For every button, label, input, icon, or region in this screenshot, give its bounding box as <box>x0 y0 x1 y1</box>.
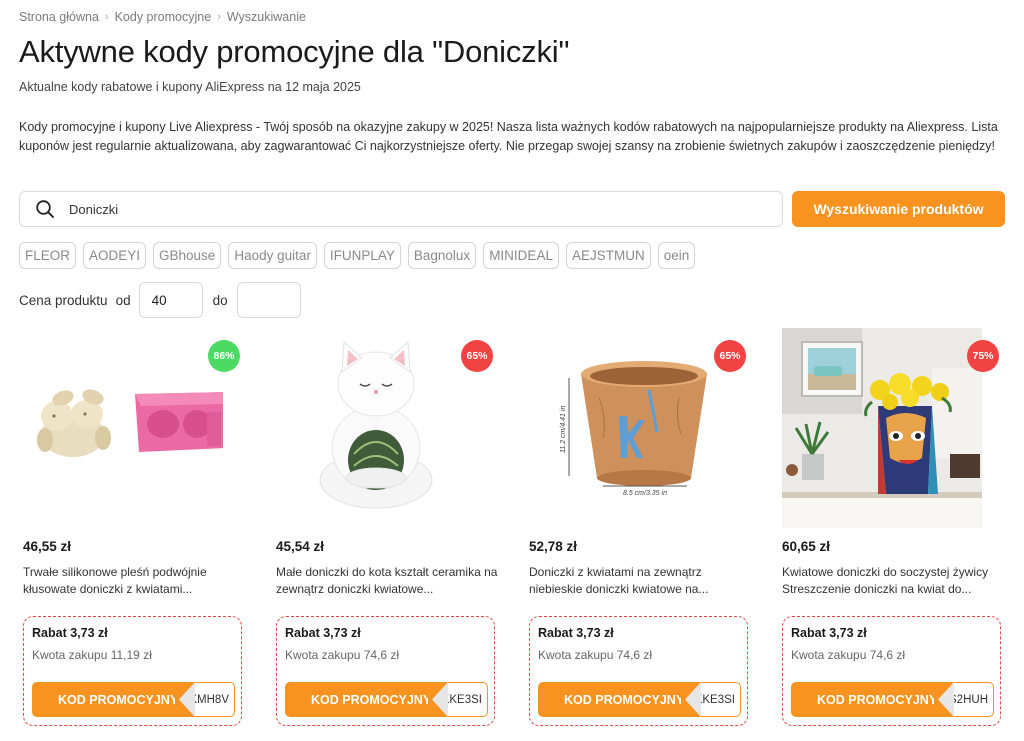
brand-chip[interactable]: AEJSTMUN <box>565 242 651 269</box>
peel-corner-icon <box>428 682 448 717</box>
product-price: 60,65 zł <box>782 539 831 554</box>
price-filter-label: Cena produktu <box>19 292 108 308</box>
product-card[interactable]: 86% 46,55 zł Trwałe silikonowe pleśń pod… <box>19 328 272 726</box>
coupon-box: Rabat 3,73 zł Kwota zakupu 74,6 zł S2HUH… <box>782 616 1001 726</box>
discount-badge: 86% <box>208 340 240 372</box>
product-price: 52,78 zł <box>529 539 578 554</box>
brand-chip[interactable]: oein <box>657 242 696 269</box>
coupon-discount: Rabat 3,73 zł <box>285 626 361 640</box>
breadcrumb-current: Wyszukiwanie <box>226 10 306 24</box>
product-image[interactable]: 86% <box>23 328 240 528</box>
page-title: Aktywne kody promocyjne dla "Doniczki" <box>19 34 570 69</box>
intro-text: Kody promocyjne i kupony Live Aliexpress… <box>19 120 998 153</box>
peel-corner-icon <box>681 682 701 717</box>
price-to-label: do <box>212 292 228 308</box>
brand-chip[interactable]: MINIDEAL <box>483 242 559 269</box>
brand-chip[interactable]: AODEYI <box>83 242 147 269</box>
discount-badge: 75% <box>967 340 999 372</box>
price-from-input[interactable] <box>138 282 203 318</box>
product-name[interactable]: Trwałe silikonowe pleśń podwójnie kłusow… <box>23 564 251 598</box>
promo-code-button[interactable]: KOD PROMOCYJNY <box>32 682 195 717</box>
product-image[interactable]: 11.2 cm/4.41 in 8.5 cm/3.35 in 65% <box>529 328 746 528</box>
dimension-width-label: 8.5 cm/3.35 in <box>623 490 667 497</box>
discount-badge: 65% <box>714 340 746 372</box>
chevron-right-icon: › <box>217 11 221 23</box>
breadcrumb-promo-codes[interactable]: Kody promocyjne <box>115 10 212 24</box>
promo-code-reveal[interactable]: KKE3SI KOD PROMOCYJNY <box>538 682 741 717</box>
coupon-box: Rabat 3,73 zł Kwota zakupu 74,6 zł KKE3S… <box>529 616 748 726</box>
product-name[interactable]: Kwiatowe doniczki do soczystej żywicy St… <box>782 564 1010 598</box>
search-products-button[interactable]: Wyszukiwanie produktów <box>792 191 1005 227</box>
price-to-input[interactable] <box>236 282 301 318</box>
search-input[interactable] <box>69 201 782 217</box>
brand-chip[interactable]: Haody guitar <box>228 242 317 269</box>
coupon-min-purchase: Kwota zakupu 11,19 zł <box>32 648 152 662</box>
peel-corner-icon <box>934 682 954 717</box>
promo-code-reveal[interactable]: S2HUH KOD PROMOCYJNY <box>791 682 994 717</box>
price-from-label: od <box>115 292 131 308</box>
product-card[interactable]: 75% 60,65 zł Kwiatowe doniczki do soczys… <box>778 328 1024 726</box>
brand-filter-list: FLEOR AODEYI GBhouse Haody guitar IFUNPL… <box>19 242 696 269</box>
brand-chip[interactable]: GBhouse <box>153 242 222 269</box>
chevron-right-icon: › <box>104 11 109 23</box>
coupon-min-purchase: Kwota zakupu 74,6 zł <box>285 648 400 662</box>
page-subtitle: Aktualne kody rabatowe i kupony AliExpre… <box>19 80 361 94</box>
promo-code-button[interactable]: KOD PROMOCYJNY <box>285 682 448 717</box>
search-icon <box>35 199 55 219</box>
product-image[interactable]: 75% <box>782 328 999 528</box>
product-card[interactable]: 65% 45,54 zł Małe doniczki do kota kszta… <box>272 328 525 726</box>
product-name[interactable]: Doniczki z kwiatami na zewnątrz niebiesk… <box>529 564 757 598</box>
dimension-height-label: 11.2 cm/4.41 in <box>560 406 567 453</box>
product-price: 45,54 zł <box>276 539 325 554</box>
product-image[interactable]: 65% <box>276 328 493 528</box>
product-card[interactable]: 11.2 cm/4.41 in 8.5 cm/3.35 in 65% 52,78… <box>525 328 778 726</box>
promo-code-reveal[interactable]: KKE3SI KOD PROMOCYJNY <box>285 682 488 717</box>
coupon-discount: Rabat 3,73 zł <box>791 626 867 640</box>
product-grid: 86% 46,55 zł Trwałe silikonowe pleśń pod… <box>19 328 1024 726</box>
coupon-min-purchase: Kwota zakupu 74,6 zł <box>791 648 906 662</box>
product-price: 46,55 zł <box>23 539 72 554</box>
product-name[interactable]: Małe doniczki do kota kształt ceramika n… <box>276 564 504 598</box>
breadcrumb-home[interactable]: Strona główna <box>19 10 99 24</box>
coupon-box: Rabat 3,73 zł Kwota zakupu 74,6 zł KKE3S… <box>276 616 495 726</box>
peel-corner-icon <box>175 682 195 717</box>
price-filter: Cena produktu od do <box>19 282 301 318</box>
discount-badge: 65% <box>461 340 493 372</box>
brand-chip[interactable]: Bagnolux <box>407 242 477 269</box>
search-box <box>19 191 783 227</box>
coupon-min-purchase: Kwota zakupu 74,6 zł <box>538 648 653 662</box>
brand-chip[interactable]: IFUNPLAY <box>323 242 401 269</box>
promo-code-button[interactable]: KOD PROMOCYJNY <box>538 682 701 717</box>
coupon-discount: Rabat 3,73 zł <box>32 626 108 640</box>
promo-code-reveal[interactable]: KMH8V KOD PROMOCYJNY <box>32 682 235 717</box>
breadcrumb: Strona główna › Kody promocyjne › Wyszuk… <box>19 10 306 24</box>
promo-code-button[interactable]: KOD PROMOCYJNY <box>791 682 954 717</box>
coupon-discount: Rabat 3,73 zł <box>538 626 614 640</box>
brand-chip[interactable]: FLEOR <box>19 242 77 269</box>
coupon-box: Rabat 3,73 zł Kwota zakupu 11,19 zł KMH8… <box>23 616 242 726</box>
